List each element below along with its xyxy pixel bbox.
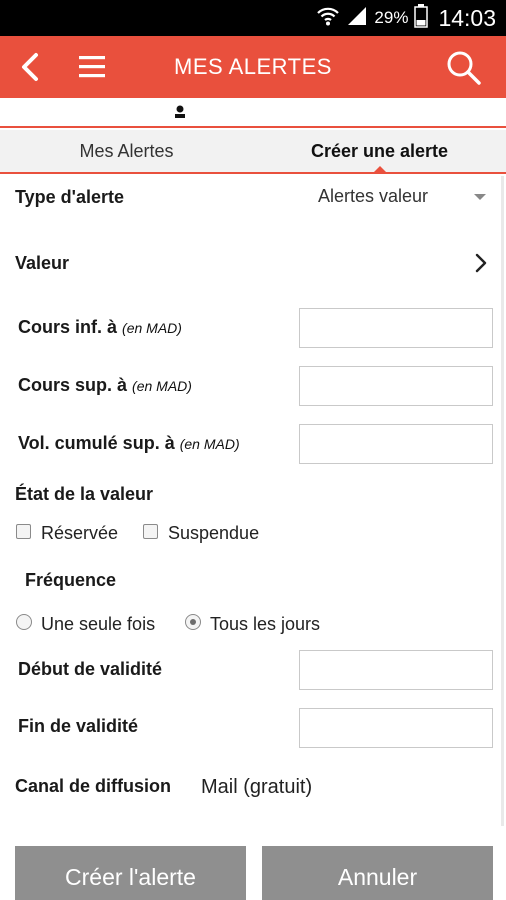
unit-label: (en MAD) <box>122 320 182 336</box>
alert-type-label: Type d'alerte <box>15 187 124 207</box>
debut-validite-input[interactable] <box>299 650 493 690</box>
page-title: MES ALERTES <box>174 54 332 79</box>
tab-mes-alertes[interactable]: Mes Alertes <box>0 130 253 172</box>
reservee-label[interactable]: Réservée <box>41 523 118 544</box>
search-icon[interactable] <box>444 48 484 88</box>
user-bar <box>0 98 506 128</box>
clock: 14:03 <box>438 4 496 31</box>
frequence-label: Fréquence <box>25 570 117 590</box>
canal-value: Mail (gratuit) <box>201 776 313 798</box>
une-seule-fois-label[interactable]: Une seule fois <box>41 614 155 635</box>
app-bar: MES ALERTES <box>0 36 506 98</box>
tab-label: Mes Alertes <box>79 141 174 161</box>
canal-label: Canal de diffusion <box>15 776 172 796</box>
tab-label: Créer une alerte <box>310 141 449 161</box>
valeur-label[interactable]: Valeur <box>15 253 69 274</box>
user-icon[interactable] <box>173 104 187 120</box>
suspendue-label[interactable]: Suspendue <box>168 523 259 544</box>
etat-label: État de la valeur <box>15 484 154 504</box>
tous-les-jours-label[interactable]: Tous les jours <box>210 614 320 635</box>
vol-cumule-input[interactable] <box>299 424 493 464</box>
une-seule-fois-radio[interactable] <box>16 614 32 630</box>
status-icons: 29% 14:03 <box>316 3 496 33</box>
wifi-icon <box>316 5 340 32</box>
alert-type-select[interactable]: Alertes valeur <box>318 186 428 207</box>
vol-cumule-text: Vol. cumulé sup. à <box>18 433 175 453</box>
unit-label: (en MAD) <box>179 436 240 452</box>
cours-inf-label: Cours inf. à (en MAD) <box>18 317 182 338</box>
cours-sup-label: Cours sup. à (en MAD) <box>18 375 192 396</box>
chevron-right-icon[interactable] <box>472 252 490 274</box>
tab-creer-alerte[interactable]: Créer une alerte <box>253 130 506 174</box>
battery-icon <box>414 3 429 33</box>
debut-validite-label: Début de validité <box>18 659 163 679</box>
fin-validite-label: Fin de validité <box>18 716 139 736</box>
unit-label: (en MAD) <box>132 378 192 394</box>
suspendue-checkbox[interactable] <box>143 524 158 539</box>
cours-inf-input[interactable] <box>299 308 493 348</box>
active-tab-indicator <box>371 166 388 174</box>
dropdown-arrow-icon[interactable] <box>474 194 486 200</box>
cours-sup-input[interactable] <box>299 366 493 406</box>
tab-bar: Mes Alertes Créer une alerte <box>0 130 506 174</box>
scrollbar <box>501 176 504 826</box>
reservee-checkbox[interactable] <box>16 524 31 539</box>
create-alert-button[interactable]: Créer l'alerte <box>15 846 246 900</box>
vol-cumule-label: Vol. cumulé sup. à (en MAD) <box>18 433 240 454</box>
signal-icon <box>346 5 368 32</box>
tous-les-jours-radio[interactable] <box>185 614 201 630</box>
cours-inf-text: Cours inf. à <box>18 317 118 337</box>
cancel-button[interactable]: Annuler <box>262 846 493 900</box>
fin-validite-input[interactable] <box>299 708 493 748</box>
cours-sup-text: Cours sup. à <box>18 375 128 395</box>
status-bar: 29% 14:03 <box>0 0 506 36</box>
battery-percent: 29% <box>374 8 409 27</box>
